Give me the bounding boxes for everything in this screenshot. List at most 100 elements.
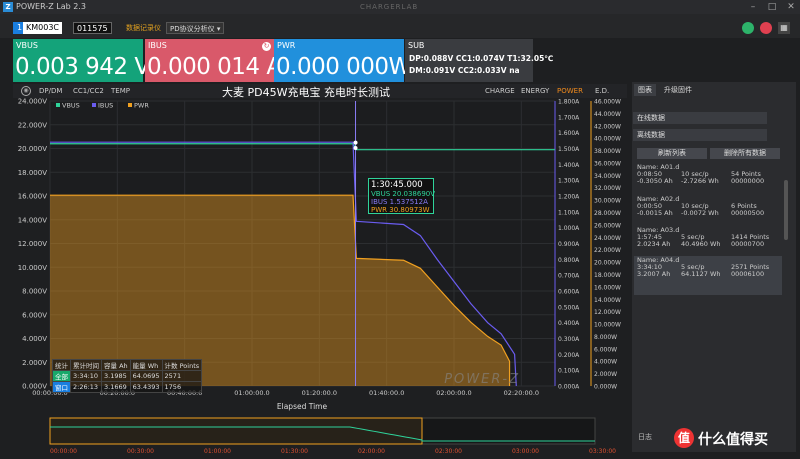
record-wh: -0.0072 Wh: [681, 209, 719, 218]
minimize-button[interactable]: –: [744, 0, 762, 14]
y-tick-label: 1.000A: [558, 225, 580, 232]
toolbar-energy[interactable]: ENERGY: [518, 85, 552, 97]
timeline-tick-label: 02:30:00: [435, 448, 462, 455]
toolbar-power[interactable]: POWER: [554, 85, 586, 97]
cursor-point: [353, 140, 358, 145]
stats-cell: 1756: [161, 381, 203, 393]
record-wh: 64.1127 Wh: [681, 270, 721, 279]
stats-cell: 63.4393: [129, 381, 163, 393]
reset-icon[interactable]: ↻: [262, 42, 271, 51]
stats-header: 容量 Ah: [101, 359, 131, 371]
timeline-window[interactable]: [49, 417, 423, 445]
legend-label: PWR: [134, 102, 149, 110]
cursor-vbus-value: 20.038690V: [392, 190, 436, 198]
timeline-ticks: 00:00:00 00:30:00 01:00:00 01:30:00 02:00:00…: [50, 448, 616, 455]
y-tick-label: 12.000V: [18, 240, 47, 248]
grid-menu-icon[interactable]: ▦: [778, 22, 790, 34]
toolbar-ed[interactable]: E.D.: [592, 85, 612, 97]
y-tick-label: 2.000V: [22, 359, 47, 367]
device-model[interactable]: KM003C: [23, 22, 63, 34]
device-serial[interactable]: 011575: [73, 22, 112, 34]
stats-header: 计数 Points: [161, 359, 203, 371]
y-tick-label: 6.000V: [22, 311, 47, 319]
sub-line-1: DP:0.088V CC1:0.074V T1:32.05℃: [409, 54, 554, 63]
timeline-tick-label: 00:00:00: [50, 448, 77, 455]
y-tick-label: 1.200A: [558, 194, 580, 201]
toolbar-dpdm[interactable]: DP/DM: [36, 85, 65, 97]
side-scrollbar[interactable]: [784, 180, 788, 240]
x-axis-label: Elapsed Time: [277, 402, 328, 411]
record-id: 00000700: [731, 240, 765, 249]
y-tick-label: 28.000W: [594, 210, 621, 217]
timeline-overview[interactable]: 00:00:00 00:30:00 01:00:00 01:30:00 02:00:00…: [0, 414, 632, 456]
record-ah: -0.3050 Ah: [637, 177, 673, 186]
stop-icon[interactable]: [760, 22, 772, 34]
y-tick-label: 6.000W: [594, 346, 617, 353]
site-logo-icon: 值: [674, 428, 694, 448]
y-tick-label: 0.000W: [594, 384, 617, 391]
x-tick-label: 01:20:00.0: [302, 389, 337, 397]
site-watermark: 值 什么值得买: [672, 424, 796, 452]
legend-swatch: [92, 103, 96, 107]
y-tick-label: 0.600A: [558, 289, 580, 296]
y-tick-label: 1.100A: [558, 209, 580, 216]
camera-icon[interactable]: ◉: [21, 86, 31, 96]
delete-all-button[interactable]: 删除所有数据: [710, 148, 780, 159]
y-tick-label: 0.200A: [558, 352, 580, 359]
pwr-value: 0.000 000W: [276, 54, 411, 80]
chevron-down-icon: ▾: [216, 25, 221, 33]
stats-row: 全部 3:34:10 3.1985 64.0695 2571: [52, 370, 203, 382]
x-tick-label: 02:00:00.0: [436, 389, 471, 397]
title-bar: Z POWER-Z Lab 2.3 CHARGERLAB – □ ✕: [0, 0, 800, 14]
stats-header: 能量 Wh: [129, 359, 163, 371]
ibus-value: 0.000 014 A: [147, 54, 282, 80]
y-tick-label: 4.000V: [22, 335, 47, 343]
timeline-tick-label: 02:00:00: [358, 448, 385, 455]
ibus-meter: IBUS ↻ 0.000 014 A: [145, 39, 282, 82]
toolbar-charge[interactable]: CHARGE: [482, 85, 518, 97]
ibus-label: IBUS: [148, 41, 167, 50]
stats-cell: 2571: [161, 370, 203, 382]
y-tick-label: 1.300A: [558, 178, 580, 185]
stats-header-row: 统计 累计时间 容量 Ah 能量 Wh 计数 Points: [52, 359, 203, 371]
x-tick-label: 01:40:00.0: [369, 389, 404, 397]
y-tick-label: 40.000W: [594, 136, 621, 143]
stats-cell: 3:34:10: [70, 370, 102, 382]
tab-pd-analyzer[interactable]: PD协议分析仪 ▾: [166, 22, 225, 34]
tab-chart[interactable]: 图表: [634, 84, 656, 96]
legend-swatch: [128, 103, 132, 107]
maximize-button[interactable]: □: [763, 0, 781, 14]
vbus-meter: VBUS 0.003 942 V: [13, 39, 150, 82]
y-tick-label: 18.000V: [18, 169, 47, 177]
log-tab[interactable]: 日志: [638, 432, 652, 442]
y-tick-label: 18.000W: [594, 272, 621, 279]
record-id: 00000000: [731, 177, 765, 186]
pwr-label: PWR: [277, 41, 296, 50]
record-wh: -2.7266 Wh: [681, 177, 719, 186]
list-item-selected[interactable]: Name: A04.d 3:34:10 5 sec/p 2571 Points 3.…: [634, 256, 782, 295]
record-status-icon[interactable]: [742, 22, 754, 34]
x-tick-label: 01:00:00.0: [234, 389, 269, 397]
y-tick-label: 44.000W: [594, 111, 621, 118]
y-axis-current: 0.000A 0.100A 0.200A 0.300A 0.400A 0.500A 0.60…: [554, 99, 580, 391]
chart-watermark: POWER-Z: [444, 372, 520, 387]
online-data-section[interactable]: 在线数据: [633, 112, 767, 124]
offline-data-section[interactable]: 离线数据: [633, 129, 767, 141]
y-axis-voltage: 0.000V2.000V4.000V6.000V8.000V10.000V12.…: [18, 98, 48, 391]
timeline-tick-label: 00:30:00: [127, 448, 154, 455]
toolbar-cc[interactable]: CC1/CC2: [70, 85, 107, 97]
timeline-tick-label: 03:30:00: [589, 448, 616, 455]
y-tick-label: 0.900A: [558, 241, 580, 248]
tab-data-recorder[interactable]: 数据记录仪: [126, 23, 161, 33]
y-tick-label: 22.000V: [18, 121, 47, 129]
y-tick-label: 16.000V: [18, 193, 47, 201]
y-tick-label: 1.800A: [558, 99, 580, 106]
y-tick-label: 0.300A: [558, 336, 580, 343]
toolbar-temp[interactable]: TEMP: [108, 85, 133, 97]
refresh-list-button[interactable]: 刷新列表: [637, 148, 707, 159]
brand-logo: CHARGERLAB: [360, 3, 419, 11]
y-tick-label: 4.000W: [594, 359, 617, 366]
tab-firmware[interactable]: 升级固件: [660, 84, 696, 96]
y-tick-label: 8.000W: [594, 334, 617, 341]
close-button[interactable]: ✕: [782, 0, 800, 14]
